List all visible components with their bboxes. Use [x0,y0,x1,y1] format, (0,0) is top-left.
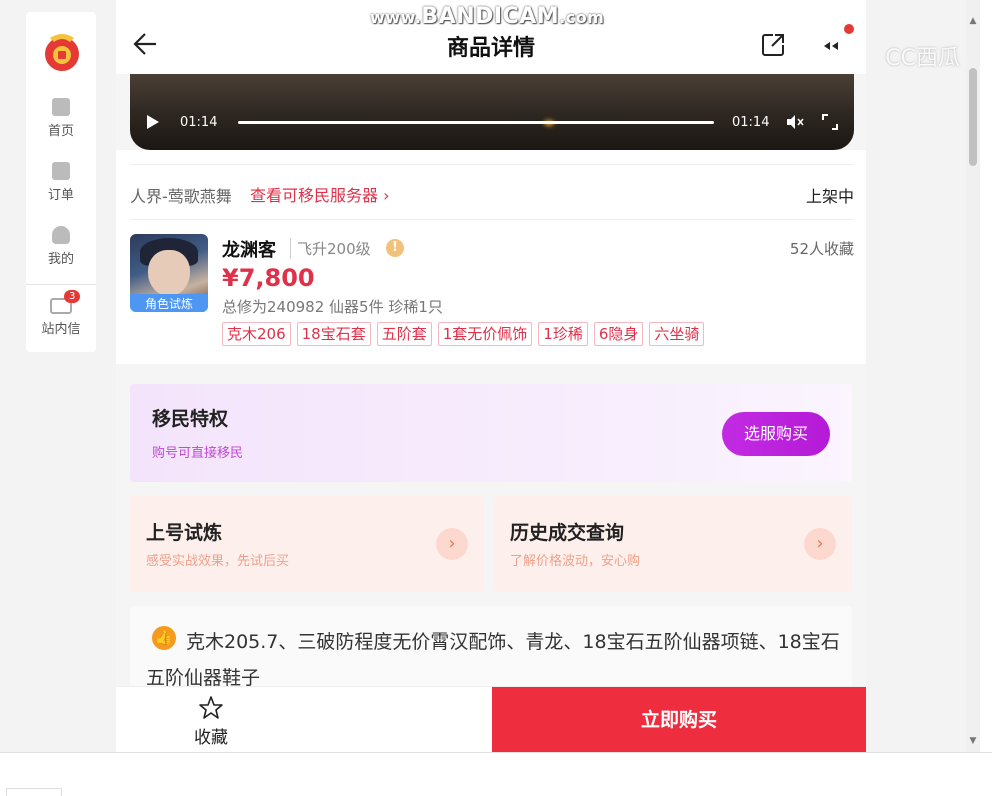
migration-privilege-card: 移民特权 购号可直接移民 选服购买 [130,384,852,482]
left-sidebar: 首页 订单 我的 3 站内信 [26,12,96,352]
feature-tag: 6隐身 [593,322,644,346]
sidebar-item-orders[interactable]: 订单 [26,162,96,203]
chevron-right-icon: › [383,186,390,205]
product-description: 👍 克木205.7、三破防程度无价霄汉配饰、青龙、18宝石五阶仙器项链、18宝石… [130,606,852,696]
sidebar-item-label: 首页 [47,124,74,139]
server-row: 人界-莺歌燕舞 查看可移民服务器 › 上架中 [130,164,854,220]
product-detail-page: 商品详情 01:14 01:14 人界-莺歌燕舞 查看可移民服务器 › 上架中 [116,0,866,752]
sidebar-item-messages[interactable]: 3 站内信 [26,290,96,337]
volume-mute-icon [787,115,804,129]
cc-watermark: CC西瓜 [885,46,960,71]
fullscreen-button[interactable] [822,114,838,130]
scroll-down-icon[interactable]: ▼ [966,734,980,748]
video-current-time: 01:14 [180,115,218,130]
card-subtitle: 感受实战效果，先试后买 [146,554,290,569]
right-background [866,0,966,752]
home-icon [52,98,70,116]
feature-tag: 克木206 [222,322,291,346]
feature-tag: 六坐骑 [649,322,705,346]
sidebar-item-label: 订单 [47,188,74,203]
select-server-buy-button[interactable]: 选服购买 [722,412,830,456]
sidebar-item-home[interactable]: 首页 [26,98,96,139]
feature-tag: 1套无价佩饰 [437,322,533,346]
scroll-up-icon[interactable]: ▲ [966,14,980,28]
scroll-thumb[interactable] [969,68,977,166]
mute-button[interactable] [786,114,804,130]
product-summary: 角色试炼 龙渊客 飞升200级 ! 52人收藏 ¥7,800 总修为240982… [130,232,854,352]
price: ¥7,800 [222,264,315,292]
bottom-action-bar: 收藏 立即购买 [116,686,866,752]
character-avatar[interactable]: 角色试炼 [130,234,208,312]
message-button[interactable] [822,36,842,56]
migratable-servers-link[interactable]: 查看可移民服务器 › [250,182,390,206]
feature-tag: 1珍稀 [538,322,588,346]
chevron-right-icon[interactable]: › [436,528,468,560]
video-total-time: 01:14 [732,115,770,130]
server-name: 人界-莺歌燕舞 [130,187,232,206]
character-name: 龙渊客 [222,240,276,261]
message-icon [824,42,838,50]
video-progress-bar[interactable] [238,121,714,124]
logo-icon [45,34,79,71]
feature-tag: 18宝石套 [296,322,371,346]
character-level: 飞升200级 [290,238,371,259]
avatar-face [148,250,190,296]
bottom-tab[interactable] [6,788,62,796]
card-title: 历史成交查询 [510,522,625,544]
feature-tag: 五阶套 [376,322,432,346]
fullscreen-icon [822,114,838,130]
page-title: 商品详情 [446,36,535,61]
sidebar-divider [26,284,96,285]
sidebar-item-label: 站内信 [41,322,81,337]
order-icon [52,162,70,180]
unread-badge: 3 [64,290,81,303]
trial-tag[interactable]: 角色试炼 [130,294,208,312]
favorite-label: 收藏 [194,728,228,748]
share-icon [762,34,784,56]
listing-status: 上架中 [805,187,854,206]
card-title: 上号试炼 [146,522,223,544]
bandicam-watermark: www.BANDICAM.com [370,4,605,29]
video-player[interactable]: 01:14 01:14 [130,74,854,150]
sidebar-item-label: 我的 [47,252,74,267]
privilege-subtitle: 购号可直接移民 [152,446,244,461]
chevron-right-icon[interactable]: › [804,528,836,560]
notification-dot [844,24,854,34]
privilege-title: 移民特权 [152,408,229,430]
play-icon [147,115,159,129]
app-logo[interactable] [40,28,84,72]
info-icon[interactable]: ! [386,239,404,257]
page-scrollbar[interactable]: ▲ ▼ [966,0,980,752]
buy-now-button[interactable]: 立即购买 [492,687,866,752]
character-stats: 总修为240982 仙器5件 珍稀1只 [222,298,443,316]
favorite-count: 52人收藏 [789,240,854,258]
person-icon [52,226,70,244]
play-button[interactable] [146,114,160,130]
card-subtitle: 了解价格波动，安心购 [510,554,641,569]
sidebar-item-mine[interactable]: 我的 [26,226,96,267]
star-icon [199,696,223,719]
browser-bottom-strip [0,752,992,796]
feature-tags: 克木206 18宝石套 五阶套 1套无价佩饰 1珍稀 6隐身 六坐骑 [222,322,862,346]
favorite-button[interactable]: 收藏 [176,695,246,748]
transaction-history-card[interactable]: 历史成交查询 了解价格波动，安心购 › [494,496,852,592]
trial-login-card[interactable]: 上号试炼 感受实战效果，先试后买 › [130,496,484,592]
share-button[interactable] [760,32,786,58]
